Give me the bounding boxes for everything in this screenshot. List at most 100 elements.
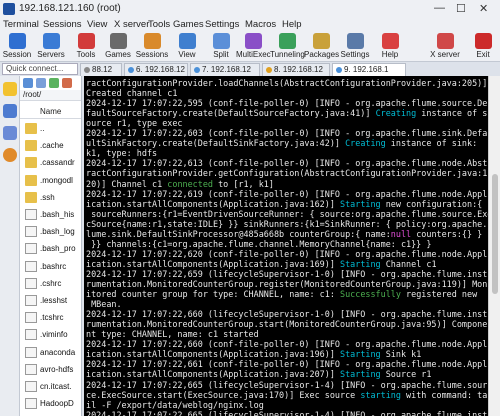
session-tab[interactable]: 8. 192.168.12 (262, 63, 330, 76)
servers-button[interactable]: Servers (34, 32, 68, 62)
close-button[interactable]: ✕ (479, 2, 488, 15)
terminal-text: Starting (340, 369, 381, 380)
games-button[interactable]: Games (101, 32, 135, 62)
file-icon (25, 363, 37, 375)
file-list-item[interactable]: .bash_his (20, 207, 81, 223)
file-icon (25, 295, 37, 306)
settings-button[interactable]: Settings (338, 32, 372, 62)
help-button[interactable]: Help (373, 32, 407, 62)
minimize-button[interactable]: — (434, 2, 445, 14)
terminal-line: 2024-12-17 17:07:22,595 (conf-file-polle… (86, 98, 487, 108)
tunneling-button[interactable]: Tunneling (270, 32, 305, 62)
title-bar: 192.168.121.160 (root) — ☐ ✕ (0, 0, 500, 18)
menu-terminal[interactable]: Terminal (3, 19, 39, 30)
download-icon[interactable] (36, 78, 46, 88)
terminal-text: Starting (340, 349, 381, 360)
file-list-item[interactable]: .tcshrc (20, 310, 81, 326)
session-button[interactable]: Session (0, 32, 34, 62)
file-list-item[interactable]: .cshrc (20, 276, 81, 292)
terminal-line: ication.startAllComponents(Application.j… (86, 349, 421, 359)
file-list-item[interactable]: avro-hdfs (20, 362, 81, 378)
terminal-text: Source r1 (380, 369, 432, 380)
refresh-icon[interactable] (62, 78, 72, 88)
tools-side-icon[interactable] (3, 126, 17, 140)
sftp-path[interactable]: /root/ (20, 90, 81, 101)
sftp-tab-icon[interactable] (3, 104, 17, 118)
terminal-text: itored counter group for type: CHANNEL, … (86, 289, 340, 300)
file-list-item[interactable]: .lesshst (20, 293, 81, 309)
terminal-text: connected (167, 178, 213, 189)
toolbar-label: Session (2, 50, 32, 59)
menu-sessions[interactable]: Sessions (43, 19, 82, 30)
terminal-text: 2024-12-17 17:07:22,660 (conf-file-polle… (86, 339, 488, 350)
terminal-text: 20)] Channel c1 (86, 178, 168, 189)
scrollbar-thumb[interactable] (492, 174, 498, 294)
maximize-button[interactable]: ☐ (456, 2, 466, 15)
file-name: .ssh (40, 192, 55, 202)
file-icon (25, 277, 37, 289)
terminal-line: lume.sink.DefaultSinkProcessor@485a668b … (86, 229, 482, 239)
split-icon (212, 33, 230, 49)
file-name: cn.itcast. (40, 382, 72, 391)
terminal-line: Created channel c1 (86, 88, 177, 98)
file-name: .mongodl (40, 175, 73, 185)
file-list-item[interactable]: .viminfo (20, 327, 81, 343)
file-list-item[interactable]: HadoopD (20, 396, 81, 412)
menu-help[interactable]: Help (282, 19, 302, 30)
session-tab[interactable]: 88.12 (80, 63, 122, 76)
menu-view[interactable]: View (87, 19, 107, 30)
terminal-text: Creating (345, 138, 386, 149)
view-button[interactable]: View (170, 32, 204, 62)
file-list-item[interactable]: .mongodl (20, 173, 81, 189)
sessions-button[interactable]: Sessions (135, 32, 169, 62)
toolbar-label: Split (213, 50, 229, 59)
menu-x-server[interactable]: X server (114, 19, 149, 30)
session-tab[interactable]: 6. 192.168.12 (124, 63, 188, 76)
file-list-item[interactable]: .. (20, 121, 81, 137)
parent-dir-icon[interactable] (23, 78, 33, 88)
terminal-text: nt type: CHANNEL, name: c1 started (86, 329, 259, 340)
file-list-item[interactable]: .cassandr (20, 155, 81, 171)
terminal-line: faultSourceFactory.create(DefaultSourceF… (86, 108, 487, 118)
menu-games[interactable]: Games (173, 19, 204, 30)
terminal-text: Successfully (340, 289, 401, 300)
upload-icon[interactable] (49, 78, 59, 88)
session-icon (8, 33, 26, 49)
session-tab[interactable]: 9. 192.168.1 (332, 63, 406, 76)
x-server-button[interactable]: X server (428, 32, 462, 62)
terminal-line: ractConfigurationProvider.loadChannels(A… (86, 78, 488, 88)
file-icon (25, 209, 37, 220)
terminal-text: 2024-12-17 17:07:22,659 (lifecycleSuperv… (86, 268, 488, 279)
session-tab[interactable]: 7. 192.168.12 (190, 63, 260, 76)
file-icon (25, 226, 37, 238)
menu-settings[interactable]: Settings (205, 19, 239, 30)
toolbar-label: Tools (76, 50, 96, 59)
file-list-item[interactable]: .cache (20, 138, 81, 154)
file-list-item[interactable]: .bash_pro (20, 241, 81, 257)
file-list-item[interactable]: .ssh (20, 190, 81, 206)
macros-icon[interactable] (3, 148, 17, 162)
terminal-scrollbar[interactable] (488, 76, 500, 416)
split-button[interactable]: Split (204, 32, 238, 62)
packages-button[interactable]: Packages (304, 32, 340, 62)
tools-icon (77, 33, 95, 49)
quick-connect-input[interactable]: Quick connect... (2, 63, 78, 75)
terminal-line: }} channels:{c1=org.apache.flume.channel… (86, 239, 431, 249)
file-list-item[interactable]: .bash_log (20, 224, 81, 240)
file-list-item[interactable]: anaconda (20, 345, 81, 361)
sftp-column-name[interactable]: Name (20, 107, 81, 119)
exit-button[interactable]: Exit (466, 32, 500, 62)
multiexec-button[interactable]: MultiExec (236, 32, 271, 62)
file-list-item[interactable]: cn.itcast. (20, 379, 81, 395)
file-list-item[interactable]: .bashrc (20, 259, 81, 275)
terminal-line: ce.ExecSource.start(ExecSource.java:170)… (86, 390, 487, 400)
tools-button[interactable]: Tools (69, 32, 103, 62)
menu-tools[interactable]: Tools (148, 19, 170, 30)
exit-icon (474, 33, 492, 49)
terminal-text: ication.startAllComponents(Application.j… (86, 258, 340, 269)
toolbar-label: Packages (304, 50, 340, 59)
tab-status-icon (336, 67, 342, 73)
star-icon[interactable] (3, 82, 17, 96)
menu-macros[interactable]: Macros (245, 19, 276, 30)
terminal-output[interactable]: ractConfigurationProvider.loadChannels(A… (84, 76, 488, 416)
